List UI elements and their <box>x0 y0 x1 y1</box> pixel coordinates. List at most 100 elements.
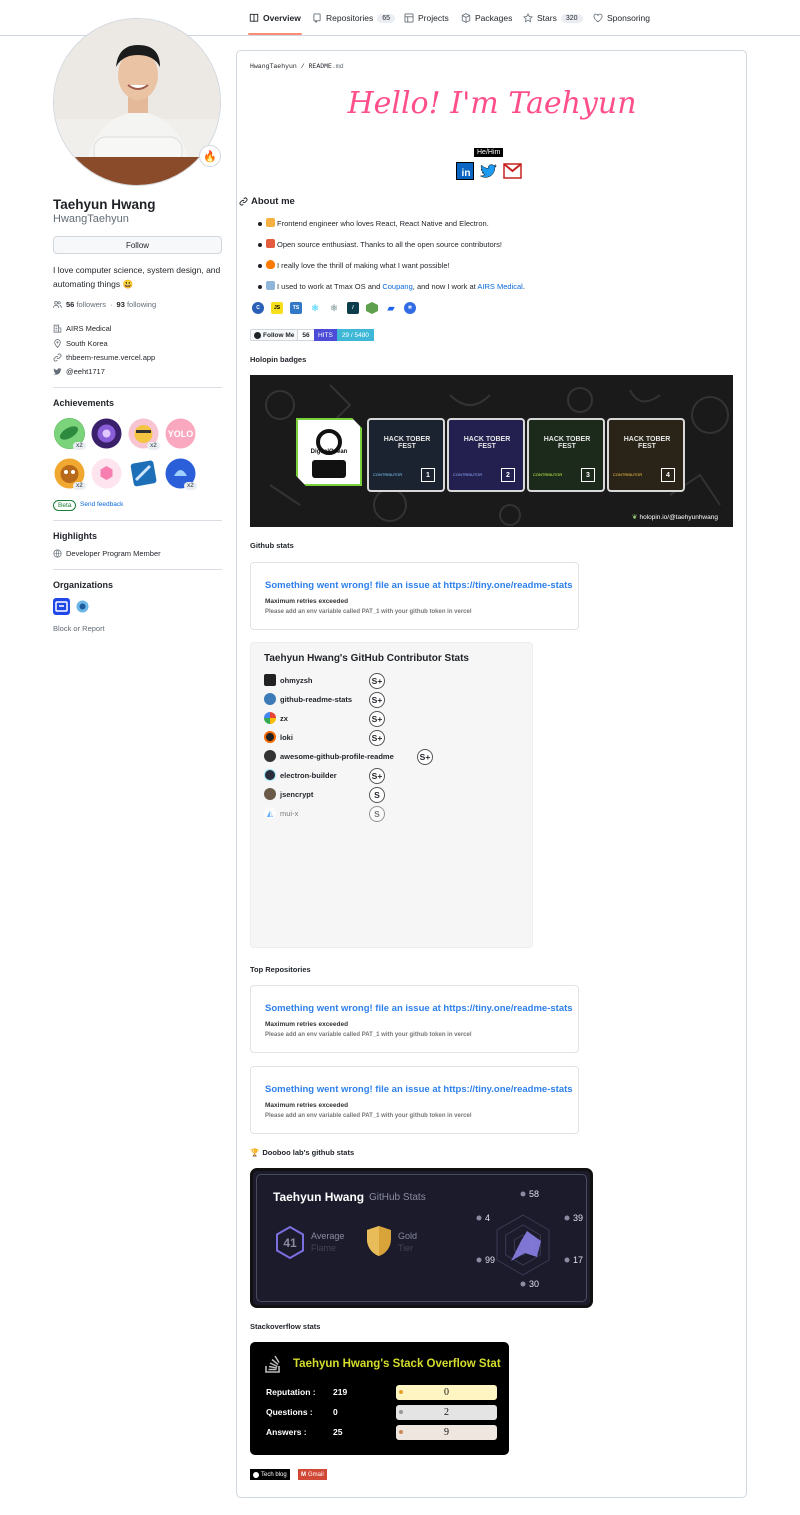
contrib-row: zx <box>264 711 288 725</box>
tab-label: Sponsoring <box>607 13 651 23</box>
package-icon <box>461 13 471 23</box>
contrib-row: ohmyzsh <box>264 673 313 687</box>
error-message: Maximum retries exceeded <box>265 1102 349 1109</box>
about-text: I used to work at Tmax OS and <box>277 282 383 291</box>
heart-icon <box>593 13 603 23</box>
radar-value-label: 39 <box>573 1213 583 1223</box>
achievement-yolo[interactable]: YOLO <box>165 418 196 449</box>
profile-login: HwangTaehyun <box>53 213 129 225</box>
tab-label: Stars <box>537 13 557 23</box>
stackoverflow-heading: Stackoverflow stats <box>250 1322 321 1331</box>
dooboo-stats-card: Taehyun Hwang GitHub Stats 41 Average Fl… <box>250 1168 593 1308</box>
organization-avatar[interactable] <box>74 598 91 615</box>
hacktoberfest-badge-2[interactable]: HACK TOBER FEST CONTRIBUTOR 2 <box>447 418 525 492</box>
repo-name[interactable]: github-readme-stats <box>280 695 352 704</box>
organization-avatar[interactable] <box>53 598 70 615</box>
achievement-galaxy-brain[interactable] <box>91 418 122 449</box>
about-item: I used to work at Tmax OS and Coupang, a… <box>266 281 525 291</box>
follow-stats: 56 followers · 93 following <box>53 300 156 309</box>
tier-label: Gold <box>398 1231 418 1241</box>
repo-name[interactable]: zx <box>280 714 288 723</box>
repo-name[interactable]: electron-builder <box>280 771 337 780</box>
repo-name[interactable]: ohmyzsh <box>280 676 313 685</box>
block-report-link[interactable]: Block or Report <box>53 624 105 633</box>
contributor-label: CONTRIBUTOR <box>373 472 403 477</box>
repo-name[interactable]: loki <box>280 733 293 742</box>
following-link[interactable]: 93 following <box>117 300 157 309</box>
website-link[interactable]: thbeem-resume.vercel.app <box>66 353 155 362</box>
error-title[interactable]: Something went wrong! file an issue at h… <box>265 1084 573 1095</box>
github-follow-badge[interactable]: Follow Me 56 <box>250 329 315 341</box>
contrib-row: electron-builder <box>264 768 337 782</box>
developer-program-link[interactable]: Developer Program Member <box>66 549 161 558</box>
error-title[interactable]: Something went wrong! file an issue at h… <box>265 1003 573 1014</box>
tab-overview[interactable]: Overview <box>249 8 301 28</box>
error-title[interactable]: Something went wrong! file an issue at h… <box>265 580 573 591</box>
gmail-icon[interactable] <box>503 162 522 180</box>
twitter-bird-icon[interactable] <box>479 162 498 180</box>
profile-website[interactable]: thbeem-resume.vercel.app <box>53 353 155 362</box>
c-lang-icon: C <box>252 302 264 314</box>
building-icon <box>53 324 62 333</box>
about-text: Open source enthusiast. Thanks to all th… <box>277 240 502 249</box>
followers-link[interactable]: 56 followers <box>66 300 106 309</box>
hacktoberfest-badge-4[interactable]: HACK TOBER FEST CONTRIBUTOR 4 <box>607 418 685 492</box>
status-emoji-button[interactable]: 🔥 <box>199 145 221 167</box>
holopin-credit-text: holopin.io/@taehyunhwang <box>639 513 718 521</box>
achievement-public-sponsor[interactable] <box>91 458 122 489</box>
profile-twitter[interactable]: @eeht1717 <box>53 367 105 376</box>
grade-badge: S+ <box>369 673 385 689</box>
tab-sponsoring[interactable]: Sponsoring <box>593 8 650 28</box>
table-icon <box>404 13 414 23</box>
repo-name[interactable]: mui-x <box>280 809 298 818</box>
contrib-row: ◭ mui-x <box>264 806 298 820</box>
readme-owner-link[interactable]: HwangTaehyun <box>250 63 297 70</box>
airs-medical-link[interactable]: AIRS Medical <box>477 282 522 291</box>
nextjs-icon: / <box>347 302 359 314</box>
github-mark-icon <box>254 331 261 339</box>
tab-stars[interactable]: Stars 320 <box>523 8 583 28</box>
typescript-icon: TS <box>290 302 302 314</box>
stackoverflow-logo-icon <box>265 1355 280 1373</box>
repo-name[interactable]: jsencrypt <box>280 790 313 799</box>
error-hint: Please add an env variable called PAT_1 … <box>265 1113 472 1119</box>
anchor-link-icon[interactable] <box>239 197 248 206</box>
tab-repositories[interactable]: Repositories 65 <box>312 8 396 28</box>
divider <box>53 387 222 388</box>
follow-button[interactable]: Follow <box>53 236 222 254</box>
contrib-row: github-readme-stats <box>264 692 352 706</box>
hacktoberfest-text: HACK TOBER FEST <box>543 436 591 450</box>
linkedin-icon[interactable]: in <box>456 162 474 180</box>
gmail-badge[interactable]: M Gmail <box>298 1469 327 1480</box>
level-number: 2 <box>501 468 515 482</box>
twitter-handle[interactable]: @eeht1717 <box>66 367 105 376</box>
tab-packages[interactable]: Packages <box>461 8 512 28</box>
contrib-row: awesome-github-profile-readme <box>264 749 394 763</box>
tab-label: Packages <box>475 13 513 23</box>
react-icon: ⚛ <box>310 302 320 313</box>
dooboo-title: Dooboo lab's github stats <box>262 1148 355 1157</box>
list-bullet <box>258 243 262 247</box>
answers-bar: 9 <box>396 1425 497 1440</box>
send-feedback-link[interactable]: Send feedback <box>80 501 123 508</box>
achievement-arctic-code-vault[interactable] <box>128 458 159 489</box>
tab-label: Overview <box>263 13 301 23</box>
avatar[interactable] <box>53 18 221 186</box>
contributor-stats-title: Taehyun Hwang's GitHub Contributor Stats <box>264 653 469 664</box>
company-name: AIRS Medical <box>66 324 112 333</box>
repo-name[interactable]: awesome-github-profile-readme <box>280 752 394 761</box>
hacktoberfest-badge-1[interactable]: HACK TOBER FEST CONTRIBUTOR 1 <box>367 418 445 492</box>
reputation-value: 219 <box>333 1387 348 1397</box>
hacktoberfest-badge-3[interactable]: HACK TOBER FEST CONTRIBUTOR 3 <box>527 418 605 492</box>
digitalocean-badge[interactable]: DigitalOcean <box>296 418 362 486</box>
top-repos-error-card: Something went wrong! file an issue at h… <box>250 1066 579 1134</box>
tech-blog-badge[interactable]: Tech blog <box>250 1469 290 1480</box>
tab-projects[interactable]: Projects <box>404 8 449 28</box>
coupang-link[interactable]: Coupang <box>382 282 412 291</box>
gift-icon <box>266 239 275 248</box>
holopin-heading: Holopin badges <box>250 355 307 364</box>
readme-file-name: README <box>308 63 332 70</box>
link-icon <box>53 353 62 362</box>
bar-value: 9 <box>444 1427 449 1438</box>
radar-axis-icon <box>476 1257 482 1263</box>
